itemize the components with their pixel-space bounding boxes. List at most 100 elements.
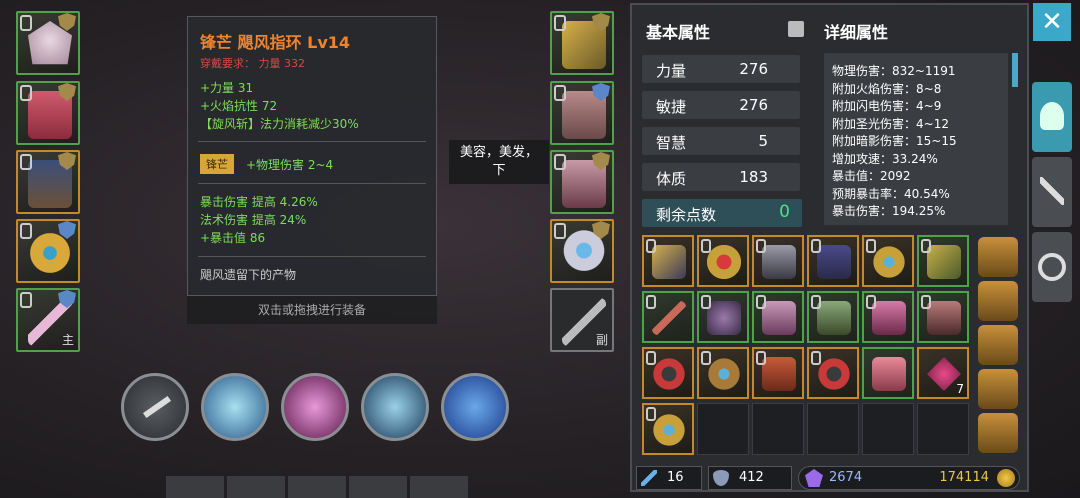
- bag-slot[interactable]: [917, 235, 969, 287]
- helmet-icon: [1040, 102, 1064, 130]
- skill-whirlwind[interactable]: [201, 373, 269, 441]
- lock-icon: [646, 295, 656, 309]
- lock-icon: [866, 295, 876, 309]
- ring-icon: [707, 357, 741, 391]
- help-icon[interactable]: [788, 21, 804, 37]
- detail-row: 附加暗影伤害：15~15: [832, 134, 957, 148]
- item-requirement: 穿戴要求： 力量 332: [200, 57, 305, 70]
- bag-slot-empty[interactable]: [862, 403, 914, 455]
- quick-slot[interactable]: [349, 476, 407, 498]
- scrollbar[interactable]: [1012, 53, 1018, 87]
- backpack-icon[interactable]: [978, 237, 1018, 277]
- quick-slot[interactable]: [166, 476, 224, 498]
- detail-row: 物理伤害：832~1191: [832, 64, 956, 78]
- extra-stat: 法术伤害 提高 24%: [200, 213, 307, 227]
- bag-slot[interactable]: [697, 235, 749, 287]
- bag-slot[interactable]: [752, 347, 804, 399]
- bag-slot[interactable]: [752, 235, 804, 287]
- lock-icon: [811, 351, 821, 365]
- stat-row: 敏捷 276: [642, 91, 800, 119]
- bag-slot[interactable]: [642, 291, 694, 343]
- equip-slot-armor[interactable]: [16, 81, 80, 145]
- gem-count: 2674: [829, 470, 863, 485]
- equip-slot-necklace[interactable]: [550, 11, 614, 75]
- detail-attributes-title: 详细属性: [824, 23, 889, 42]
- stat-row: 智慧 5: [642, 127, 800, 155]
- shield-icon: [713, 470, 729, 486]
- skill-dash[interactable]: [441, 373, 509, 441]
- skill-basic-attack[interactable]: [121, 373, 189, 441]
- bag-slot-empty[interactable]: [752, 403, 804, 455]
- equip-slot-pants[interactable]: [16, 150, 80, 214]
- backpack-icon[interactable]: [978, 281, 1018, 321]
- bag-slot[interactable]: [807, 291, 859, 343]
- character-panel: 基本属性 详细属性 力量 276 敏捷 276 智慧 5 体质 183 剩余点数…: [630, 3, 1029, 492]
- lock-icon: [811, 295, 821, 309]
- lock-icon: [20, 15, 32, 31]
- stat-value: 5: [758, 132, 768, 150]
- helmet-icon: [707, 301, 741, 335]
- sword-currency: 16: [636, 466, 702, 490]
- basic-attributes-title: 基本属性: [646, 23, 711, 42]
- stat-value: 183: [739, 168, 768, 186]
- bag-slot[interactable]: [862, 235, 914, 287]
- equip-slot-gloves[interactable]: [550, 81, 614, 145]
- ruby-ring-icon: [707, 245, 741, 279]
- skill-slash[interactable]: [281, 373, 349, 441]
- quick-slot[interactable]: [410, 476, 468, 498]
- amulet-icon: [927, 245, 961, 279]
- ring-icon: [872, 245, 906, 279]
- quick-slot[interactable]: [288, 476, 346, 498]
- armor-icon: [762, 301, 796, 335]
- close-button[interactable]: ✕: [1033, 3, 1071, 41]
- equip-slot-offhand[interactable]: 副: [550, 288, 614, 352]
- equip-slot-boots[interactable]: [550, 150, 614, 214]
- detail-row: 暴击值：2092: [832, 169, 911, 183]
- sword-icon: [142, 395, 172, 419]
- bag-slot[interactable]: [917, 291, 969, 343]
- stat-value: 276: [739, 96, 768, 114]
- bag-slot[interactable]: [697, 291, 749, 343]
- base-stat: 【旋风斩】法力消耗减少30%: [200, 117, 359, 131]
- target-icon: [1038, 253, 1066, 281]
- detail-attributes-list[interactable]: 物理伤害：832~1191 附加火焰伤害：8~8 附加闪电伤害：4~9 附加圣光…: [824, 53, 1008, 225]
- lock-icon: [701, 295, 711, 309]
- bag-slot[interactable]: [642, 347, 694, 399]
- bag-slot-empty[interactable]: [917, 403, 969, 455]
- staff-icon: [652, 301, 686, 335]
- backpack-icon[interactable]: [978, 325, 1018, 365]
- detail-row: 预期暴击率：40.54%: [832, 186, 950, 201]
- equip-slot-ring-2[interactable]: [550, 219, 614, 283]
- lock-icon: [756, 239, 766, 253]
- base-stat: +火焰抗性 72: [200, 99, 278, 113]
- bag-slot[interactable]: [807, 235, 859, 287]
- bag-slot[interactable]: [642, 235, 694, 287]
- bag-slot[interactable]: [752, 291, 804, 343]
- equip-slot-ring[interactable]: [16, 219, 80, 283]
- sword-count: 16: [667, 470, 684, 485]
- backpack-icon[interactable]: [978, 369, 1018, 409]
- bag-slot[interactable]: [807, 347, 859, 399]
- detail-row: 增加攻速：33.24%: [832, 151, 938, 166]
- tab-settings[interactable]: [1032, 232, 1072, 302]
- quick-slot[interactable]: [227, 476, 285, 498]
- lock-icon: [20, 223, 32, 239]
- ring-icon: [652, 413, 686, 447]
- gold-coin-icon: [997, 469, 1015, 487]
- backpack-icon[interactable]: [978, 413, 1018, 453]
- equip-slot-helmet[interactable]: [16, 11, 80, 75]
- equip-slot-main-weapon[interactable]: 主: [16, 288, 80, 352]
- bag-slot-empty[interactable]: [807, 403, 859, 455]
- bag-slot-empty[interactable]: [697, 403, 749, 455]
- speech-bubble: 美容，美发， 下: [449, 140, 549, 184]
- lock-icon: [701, 351, 711, 365]
- lock-icon: [921, 295, 931, 309]
- skill-spin[interactable]: [361, 373, 429, 441]
- bag-slot[interactable]: [642, 403, 694, 455]
- tab-equipment[interactable]: [1032, 82, 1072, 152]
- tab-skills[interactable]: [1032, 157, 1072, 227]
- bag-slot[interactable]: [697, 347, 749, 399]
- bag-slot[interactable]: [862, 291, 914, 343]
- bag-slot[interactable]: 7: [917, 347, 969, 399]
- bag-slot[interactable]: [862, 347, 914, 399]
